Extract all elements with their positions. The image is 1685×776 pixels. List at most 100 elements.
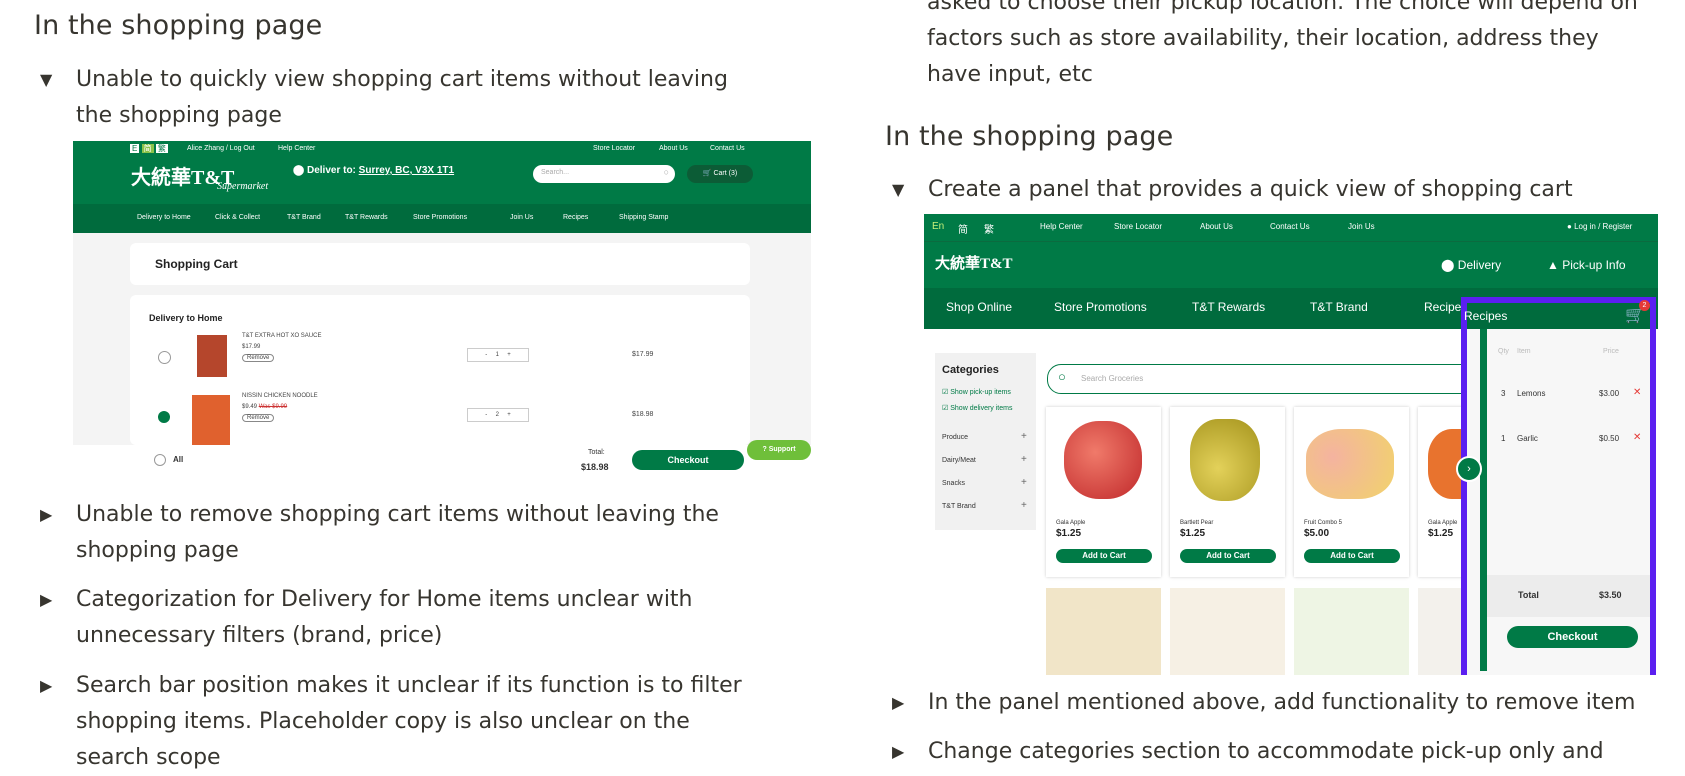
tnt-logo[interactable]: 大統華T&T (935, 252, 1013, 273)
product-price: $1.25 (1056, 528, 1082, 539)
nav-promotions[interactable]: Store Promotions (1054, 300, 1147, 314)
cart-item-name: Lemons (1517, 389, 1546, 398)
site-header: E 简 繁 Alice Zhang / Log Out Help Center … (73, 141, 811, 233)
toggle-item-remove-functionality[interactable]: ▶ In the panel mentioned above, add func… (892, 685, 1652, 721)
panel-edge (1480, 329, 1487, 671)
add-to-cart-button[interactable]: Add to Cart (1056, 549, 1152, 563)
join-link[interactable]: Join Us (1348, 222, 1375, 231)
toggle-item-remove[interactable]: ▶ Unable to remove shopping cart items w… (40, 497, 760, 569)
lang-en[interactable]: En (932, 221, 944, 232)
help-center-link[interactable]: Help Center (278, 145, 315, 152)
product-name: Gala Apple (1428, 520, 1458, 526)
grocery-search-input[interactable]: ○ Search Groceries (1047, 364, 1489, 394)
category-dairy-meat[interactable]: Dairy/Meat (942, 457, 976, 464)
select-all-radio[interactable] (154, 454, 166, 466)
lang-switcher[interactable]: E 简 繁 (130, 143, 168, 154)
add-to-cart-button[interactable]: Add to Cart (1304, 549, 1400, 563)
item-selected-radio[interactable] (158, 411, 170, 423)
toggle-item-search-bar[interactable]: ▶ Search bar position makes it unclear i… (40, 668, 760, 776)
lang-traditional[interactable]: 繁 (984, 221, 994, 236)
support-button[interactable]: ? Support (747, 440, 811, 460)
categories-sidebar: Categories ☑ Show pick-up items ☑ Show d… (935, 353, 1036, 530)
category-tnt-brand[interactable]: T&T Brand (942, 503, 976, 510)
remove-button[interactable]: Remove (242, 414, 275, 422)
toggle-text: Create a panel that provides a quick vie… (928, 177, 1573, 202)
product-card-partial[interactable] (1294, 588, 1409, 675)
item-select-radio[interactable] (158, 351, 171, 364)
nav-shop-online[interactable]: Shop Online (946, 300, 1012, 314)
cart-item-price: $0.50 (1599, 434, 1620, 443)
toggle-closed-icon[interactable]: ▶ (892, 734, 928, 770)
product-card-partial[interactable] (1046, 588, 1161, 675)
pickup-info-link[interactable]: ▲ Pick-up Info (1547, 258, 1626, 272)
login-link[interactable]: ● Log in / Register (1567, 222, 1632, 231)
section-title: Delivery to Home (149, 313, 223, 323)
panel-mockup-screenshot: En 简 繁 Help Center Store Locator About U… (924, 214, 1658, 675)
lang-simplified[interactable]: 简 (958, 221, 968, 236)
category-snacks[interactable]: Snacks (942, 480, 965, 487)
remove-item-icon[interactable]: ✕ (1633, 387, 1641, 398)
remove-button[interactable]: Remove (242, 354, 275, 362)
about-link[interactable]: About Us (659, 145, 688, 152)
toggle-closed-icon[interactable]: ▶ (892, 685, 928, 721)
collapse-panel-button[interactable]: › (1456, 456, 1482, 482)
nav-promotions[interactable]: Store Promotions (413, 214, 467, 221)
product-card[interactable]: Gala Apple $1.25 Add to Cart (1046, 407, 1161, 577)
contact-link[interactable]: Contact Us (710, 145, 745, 152)
nav-rewards[interactable]: T&T Rewards (345, 214, 388, 221)
nav-recipes[interactable]: Recipes (563, 214, 588, 221)
toggle-closed-icon[interactable]: ▶ (40, 668, 76, 776)
quantity-stepper[interactable]: - 2 + (467, 408, 529, 422)
contact-link[interactable]: Contact Us (1270, 222, 1310, 231)
checkout-button[interactable]: Checkout (632, 450, 744, 470)
expand-plus-icon[interactable]: + (1021, 431, 1027, 442)
toggle-closed-icon[interactable]: ▶ (40, 497, 76, 569)
total-value: $3.50 (1599, 590, 1622, 600)
toggle-item-categorization[interactable]: ▶ Categorization for Delivery for Home i… (40, 582, 760, 654)
toggle-open-icon[interactable]: ▼ (892, 172, 928, 208)
category-produce[interactable]: Produce (942, 434, 968, 441)
show-delivery-checkbox[interactable]: ☑ Show delivery items (942, 404, 1012, 412)
product-card-partial[interactable] (1170, 588, 1285, 675)
panel-checkout-button[interactable]: Checkout (1507, 626, 1638, 648)
nav-shipping[interactable]: Shipping Stamp (619, 214, 668, 221)
cart-items-card: Delivery to Home T&T EXTRA HOT XO SAUCE … (130, 295, 750, 445)
nav-tnt-brand[interactable]: T&T Brand (1310, 300, 1368, 314)
add-to-cart-button[interactable]: Add to Cart (1180, 549, 1276, 563)
expand-plus-icon[interactable]: + (1021, 454, 1027, 465)
product-card[interactable]: Fruit Combo 5 $5.00 Add to Cart (1294, 407, 1409, 577)
deliver-to[interactable]: ⬤ Deliver to: Surrey, BC, V3X 1T1 (293, 165, 454, 176)
store-locator-link[interactable]: Store Locator (1114, 222, 1162, 231)
left-heading: In the shopping page (34, 10, 323, 41)
toggle-item-panel[interactable]: ▼ Create a panel that provides a quick v… (892, 172, 1652, 208)
cart-button[interactable]: 🛒 Cart (3) (687, 165, 753, 183)
remove-item-icon[interactable]: ✕ (1633, 432, 1641, 443)
header-search-input[interactable]: Search... ○ (533, 165, 675, 183)
nav-tnt-brand[interactable]: T&T Brand (287, 214, 321, 221)
expand-plus-icon[interactable]: + (1021, 477, 1027, 488)
total-value: $18.98 (581, 462, 609, 472)
nav-rewards[interactable]: T&T Rewards (1192, 300, 1265, 314)
toggle-text: In the panel mentioned above, add functi… (928, 690, 1636, 715)
nav-join[interactable]: Join Us (510, 214, 533, 221)
nav-click-collect[interactable]: Click & Collect (215, 214, 260, 221)
item-total: $17.99 (632, 351, 654, 358)
nav-delivery-home[interactable]: Delivery to Home (137, 214, 191, 221)
toggle-open-icon[interactable]: ▼ (40, 62, 76, 134)
user-logout-link[interactable]: Alice Zhang / Log Out (187, 145, 255, 152)
help-center-link[interactable]: Help Center (1040, 222, 1083, 231)
toggle-item-categories-change[interactable]: ▶ Change categories section to accommoda… (892, 734, 1652, 770)
toggle-item-cart-view[interactable]: ▼ Unable to quickly view shopping cart i… (40, 62, 760, 134)
show-pickup-checkbox[interactable]: ☑ Show pick-up items (942, 388, 1011, 396)
expand-plus-icon[interactable]: + (1021, 500, 1027, 511)
delivery-link[interactable]: ⬤ Delivery (1441, 258, 1501, 272)
cart-item-name: Garlic (1517, 434, 1538, 443)
product-name: Fruit Combo 5 (1304, 520, 1343, 526)
quantity-stepper[interactable]: - 1 + (467, 348, 529, 362)
cart-footer: All Total: $18.98 Checkout (73, 445, 811, 482)
about-link[interactable]: About Us (1200, 222, 1233, 231)
store-locator-link[interactable]: Store Locator (593, 145, 635, 152)
product-card[interactable]: Bartlett Pear $1.25 Add to Cart (1170, 407, 1285, 577)
toggle-closed-icon[interactable]: ▶ (40, 582, 76, 654)
toggle-text: Search bar position makes it unclear if … (76, 673, 742, 770)
